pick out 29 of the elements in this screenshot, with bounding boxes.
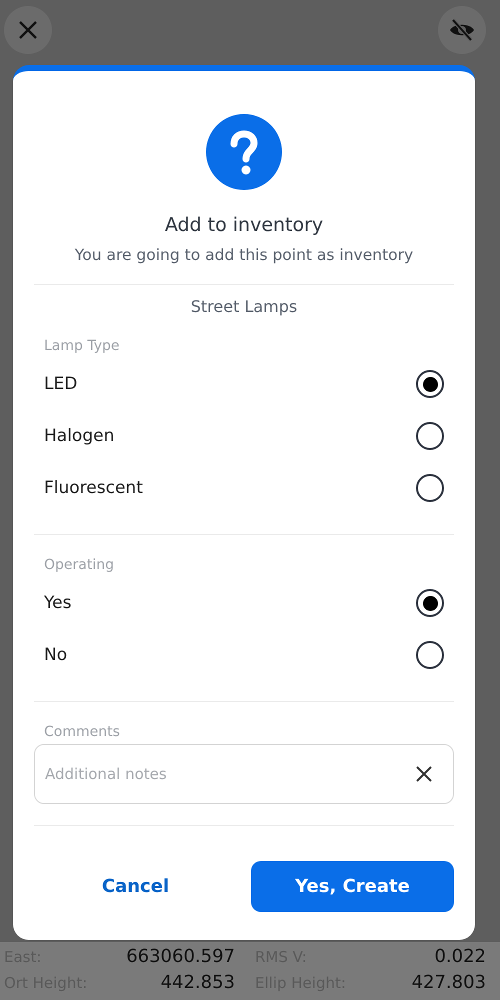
option-label: Yes bbox=[44, 593, 72, 613]
comments-field[interactable]: Additional notes bbox=[34, 744, 454, 804]
field-value: 663060.597 bbox=[126, 946, 235, 967]
radio-button[interactable] bbox=[416, 370, 444, 398]
group-label: Lamp Type bbox=[43, 338, 121, 354]
field-value: 442.853 bbox=[160, 972, 235, 993]
clear-icon[interactable] bbox=[415, 765, 433, 783]
radio-button[interactable] bbox=[416, 641, 444, 669]
dialog-title: Add to inventory bbox=[164, 214, 324, 236]
option-label: Halogen bbox=[44, 426, 114, 446]
visibility-button[interactable] bbox=[438, 6, 486, 54]
category-title: Street Lamps bbox=[190, 297, 298, 316]
option-label: No bbox=[44, 645, 68, 665]
close-icon bbox=[17, 19, 39, 41]
confirm-button[interactable]: Yes, Create bbox=[251, 861, 454, 912]
dialog-subtitle: You are going to add this point as inventory bbox=[74, 246, 414, 264]
radio-button[interactable] bbox=[416, 422, 444, 450]
question-icon bbox=[206, 114, 282, 190]
option-label: Fluorescent bbox=[44, 478, 143, 498]
cancel-button[interactable]: Cancel bbox=[34, 861, 237, 912]
field-value: 0.022 bbox=[434, 946, 486, 967]
field-value: 427.803 bbox=[412, 972, 486, 993]
comments-label: Comments bbox=[43, 724, 121, 740]
radio-button[interactable] bbox=[416, 589, 444, 617]
close-button[interactable] bbox=[4, 6, 52, 54]
option-label: LED bbox=[44, 374, 78, 394]
radio-button[interactable] bbox=[416, 474, 444, 502]
eye-off-icon bbox=[448, 18, 476, 42]
group-label: Operating bbox=[43, 557, 115, 573]
